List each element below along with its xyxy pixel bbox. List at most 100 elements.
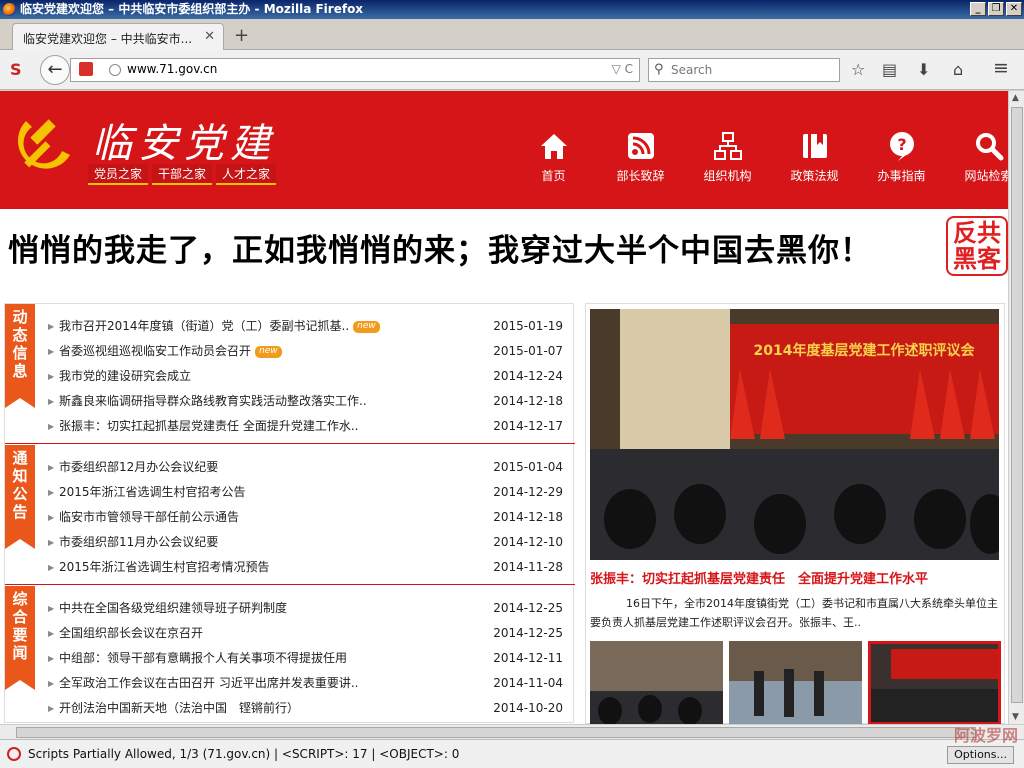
banner-badge: 反共 黑客 [946,216,1008,276]
banner-badge-line2: 黑客 [953,245,1001,273]
banner-text: 悄悄的我走了，正如我悄悄的来；我穿过大半个中国去黑你！ [8,233,872,269]
status-bar: Scripts Partially Allowed, 1/3 (71.gov.c… [0,739,1024,768]
options-button[interactable]: Options... [947,746,1014,764]
search-placeholder: Search [671,63,713,77]
nav-policies-label: 政策法规 [790,169,839,183]
section-tab-notices[interactable]: 通知公告 [5,445,35,549]
window-title: 临安党建欢迎您 – 中共临安市委组织部主办 - Mozilla Firefox [20,2,364,16]
status-text: Scripts Partially Allowed, 1/3 (71.gov.c… [28,747,460,761]
nav-home[interactable]: 首页 [510,131,597,184]
org-chart-icon [713,132,742,160]
site-logo-text: 临安党建 [92,121,276,167]
maximize-button[interactable]: ❐ [988,2,1004,16]
featured-column: 2014年度基层党建工作述职评议会 张振丰：切实扛起抓基层党建责任 全面提升党建… [585,303,1005,724]
list-item[interactable]: ▶ 2015年浙江省选调生村官招考公告 2014-12-29 [47,480,563,505]
url-bar[interactable]: www.71.gov.cn ▽ C [70,58,640,82]
back-button[interactable]: ← [40,55,70,85]
party-emblem-icon [17,119,70,169]
url-text: www.71.gov.cn [127,62,218,76]
page-viewport: 临安党建 党员之家 干部之家 人才之家 首页 部长致辞 组织机构 政策法规 ? … [0,91,1008,724]
list-item[interactable]: ▶ 斯鑫良来临调研指导群众路线教育实践活动整改落实工作.. 2014-12-18 [47,389,563,414]
nav-home-label: 首页 [541,169,566,183]
link-cadre-home[interactable]: 干部之家 [152,164,213,185]
browser-tab[interactable]: 临安党建欢迎您 – 中共临安市... ✕ [12,23,224,50]
search-input[interactable]: ⚲ Search [648,58,840,82]
close-button[interactable]: ✕ [1006,2,1022,16]
new-badge: new [353,320,380,333]
new-badge: new [255,345,282,358]
news-section-general: 综合要闻 ▶ 中共在全国各级党组织建领导班子研判制度 2014-12-25 ▶ 全国组… [5,586,575,724]
news-section-dynamic: 动态信息 ▶ 我市召开2014年度镇（街道）党（工）委副书记抓基.. new 2015… [5,304,575,444]
new-tab-button[interactable]: + [234,25,249,46]
scroll-up-icon[interactable]: ▲ [1012,93,1019,103]
thumbnail-3[interactable] [868,641,1001,724]
search-icon [975,133,1003,161]
book-icon [802,134,827,158]
list-item[interactable]: ▶ 2015年浙江省选调生村官招考情况预告 2014-11-28 [47,555,563,580]
list-item[interactable]: ▶ 我市召开2014年度镇（街道）党（工）委副书记抓基.. new 2015-01-1… [47,314,563,339]
horizontal-scrollbar[interactable] [0,724,1024,739]
tab-strip: 临安党建欢迎您 – 中共临安市... ✕ + [0,19,1024,50]
site-favicon-icon [79,62,93,76]
news-list: ▶ 我市召开2014年度镇（街道）党（工）委副书记抓基.. new 2015-01-1… [47,314,563,439]
home-icon [540,134,567,159]
tab-close-icon[interactable]: ✕ [204,29,215,44]
globe-icon [109,64,121,76]
question-icon: ? [889,132,914,161]
rss-icon [627,133,654,159]
nav-guide[interactable]: ? 办事指南 [858,131,945,184]
list-item[interactable]: ▶ 全国组织部长会议在京召开 2014-12-25 [47,621,563,646]
home-icon[interactable]: ⌂ [953,60,963,79]
news-list: ▶ 市委组织部12月办公会议纪要 2015-01-04 ▶ 2015年浙江省选调生村官… [47,455,563,580]
download-icon[interactable]: ⬇ [917,60,930,79]
list-item[interactable]: ▶ 中共在全国各级党组织建领导班子研判制度 2014-12-25 [47,596,563,621]
news-list: ▶ 中共在全国各级党组织建领导班子研判制度 2014-12-25 ▶ 全国组织部长会议… [47,596,563,721]
noscript-status-icon[interactable] [7,747,21,761]
featured-description: 16日下午，全市2014年度镇街党（工）委书记和市直属八大系统牵头单位主要负责人… [590,597,998,629]
nav-site-search[interactable]: 网站检索 [945,131,1008,184]
vertical-scroll-thumb[interactable] [1011,107,1023,703]
site-header: 临安党建 党员之家 干部之家 人才之家 首页 部长致辞 组织机构 政策法规 ? … [0,91,1008,209]
noscript-icon[interactable]: S [10,60,22,79]
list-item[interactable]: ▶ 我市党的建设研究会成立 2014-12-24 [47,364,563,389]
list-item[interactable]: ▶ 省委巡视组巡视临安工作动员会召开 new 2015-01-07 [47,339,563,364]
banner-badge-line1: 反共 [953,219,1001,247]
photo-banner-text: 2014年度基层党建工作述职评议会 [754,342,976,359]
menu-icon[interactable]: ≡ [993,57,1009,79]
url-dropdown-reload[interactable]: ▽ C [612,62,633,76]
featured-photo[interactable]: 2014年度基层党建工作述职评议会 [590,309,999,560]
nav-minister-speech[interactable]: 部长致辞 [597,131,684,184]
vertical-scrollbar[interactable]: ▲ ▼ [1008,91,1024,724]
nav-policies[interactable]: 政策法规 [771,131,858,184]
news-section-notices: 通知公告 ▶ 市委组织部12月办公会议纪要 2015-01-04 ▶ 2015年浙江省… [5,445,575,585]
nav-organization[interactable]: 组织机构 [684,131,771,184]
logo-links: 党员之家 干部之家 人才之家 [88,164,277,185]
thumbnail-2[interactable] [729,641,862,724]
list-item[interactable]: ▶ 全军政治工作会议在古田召开 习近平出席并发表重要讲.. 2014-11-04 [47,671,563,696]
firefox-icon [3,3,16,16]
link-party-member-home[interactable]: 党员之家 [88,164,149,185]
link-talent-home[interactable]: 人才之家 [216,164,277,185]
list-item[interactable]: ▶ 张振丰：切实扛起抓基层党建责任 全面提升党建工作水.. 2014-12-17 [47,414,563,439]
list-item[interactable]: ▶ 市委组织部11月办公会议纪要 2014-12-10 [47,530,563,555]
bookmark-star-icon[interactable]: ☆ [851,60,865,79]
navigation-bar: S www.71.gov.cn ▽ C ← ⚲ Search ☆ ▤ ⬇ ⌂ ≡ [0,50,1024,90]
list-item[interactable]: ▶ 临安市市管领导干部任前公示通告 2014-12-18 [47,505,563,530]
featured-title-link[interactable]: 张振丰：切实扛起抓基层党建责任 全面提升党建工作水平 [590,568,928,587]
minimize-button[interactable]: _ [970,2,986,16]
nav-minister-speech-label: 部长致辞 [616,169,665,183]
section-tab-dynamic[interactable]: 动态信息 [5,304,35,408]
thumbnail-1[interactable] [590,641,723,724]
list-item[interactable]: ▶ 市委组织部12月办公会议纪要 2015-01-04 [47,455,563,480]
svg-text:?: ? [897,135,906,154]
section-tab-general[interactable]: 综合要闻 [5,586,35,690]
list-item[interactable]: ▶ 开创法治中国新天地（法治中国 铿锵前行） 2014-10-20 [47,696,563,721]
window-controls: _ ❐ ✕ [970,2,1022,16]
top-navigation: 首页 部长致辞 组织机构 政策法规 ? 办事指南 网站检索 [510,131,1008,184]
scroll-down-icon[interactable]: ▼ [1012,712,1019,722]
watermark-text: 阿波罗网 [953,726,1018,745]
reading-list-icon[interactable]: ▤ [882,60,897,79]
nav-organization-label: 组织机构 [703,169,752,183]
list-item[interactable]: ▶ 中组部：领导干部有意瞒报个人有关事项不得提拔任用 2014-12-11 [47,646,563,671]
horizontal-scroll-thumb[interactable] [16,727,976,738]
